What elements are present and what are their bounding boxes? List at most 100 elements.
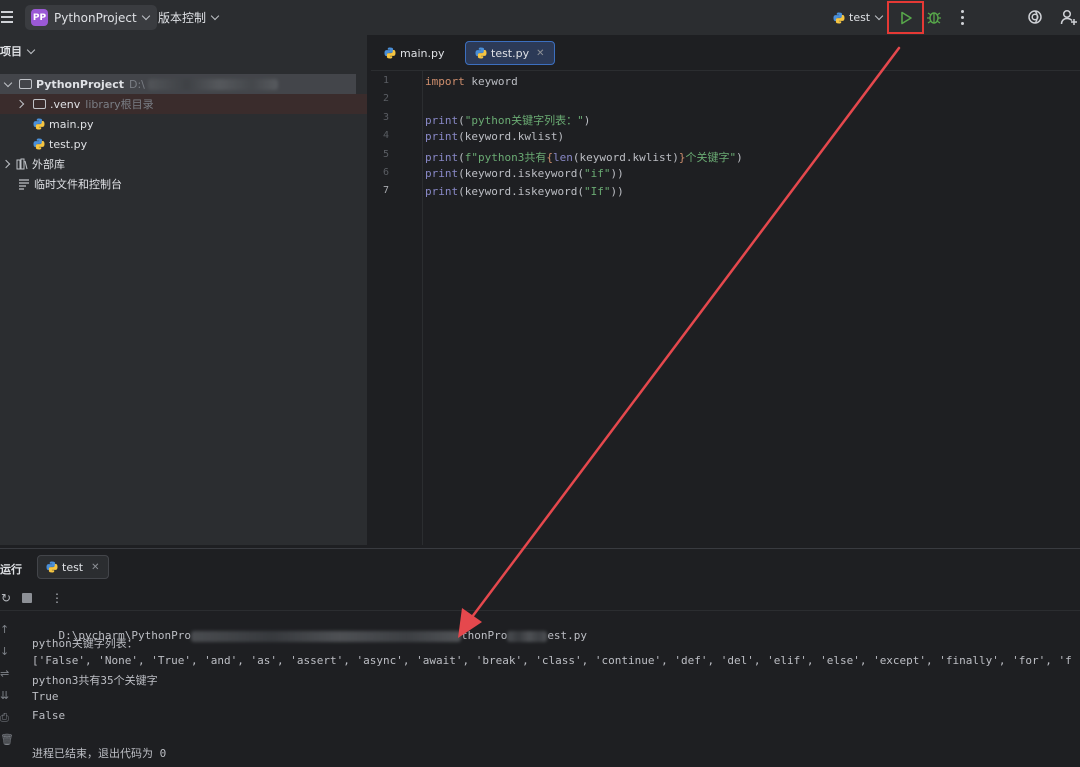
line-number: 6 — [382, 167, 389, 178]
play-icon — [900, 11, 912, 24]
file-name: main.py — [49, 117, 94, 131]
python-icon — [46, 561, 58, 573]
project-tool-window: 项目 PythonProject D:\ .venv library根目录 ma… — [0, 35, 367, 545]
ai-assistant-icon[interactable] — [1027, 9, 1043, 25]
editor-tab-bar: main.py test.py ✕ — [371, 35, 1080, 71]
project-switcher[interactable]: PP PythonProject — [25, 5, 157, 30]
code-token: )) — [610, 167, 624, 180]
console-output-line: True — [32, 690, 59, 703]
stop-icon[interactable] — [22, 593, 32, 603]
console-exit-line: 进程已结束，退出代码为 0 — [32, 747, 167, 760]
code-editor: main.py test.py ✕ 1 2 3 4 5 6 7 import keyword… — [371, 35, 1080, 545]
vcs-menu[interactable]: 版本控制 — [158, 5, 220, 30]
code-token: { — [546, 150, 553, 164]
run-button[interactable] — [887, 1, 924, 34]
code-line: print("python关键字列表：") — [425, 112, 590, 128]
tree-item-main-py[interactable]: main.py — [0, 114, 93, 134]
chevron-down-icon — [141, 11, 150, 21]
rerun-icon[interactable]: ↻ — [1, 591, 11, 605]
more-actions-icon[interactable] — [955, 8, 969, 26]
chevron-right-icon — [15, 99, 25, 109]
run-tool-window: 运行 test ✕ ↻ ⋮ ↑ ↓ ⇌ ⇊ ⎙ 🗑 D:\pycharm\Pyt… — [0, 548, 1080, 767]
code-line: print(keyword.iskeyword("if")) — [425, 167, 624, 180]
project-name: PythonProject — [54, 10, 137, 25]
venv-hint: library根目录 — [85, 98, 154, 111]
run-tab-test[interactable]: test ✕ — [37, 555, 109, 579]
project-panel-header[interactable]: 项目 — [0, 43, 36, 59]
close-icon[interactable]: ✕ — [91, 562, 99, 573]
code-token: "python关键字列表：" — [464, 113, 584, 127]
redacted-path — [147, 78, 278, 90]
file-name: test.py — [49, 137, 88, 151]
scratches-icon — [19, 179, 29, 190]
arrow-down-icon[interactable]: ↓ — [0, 645, 9, 658]
soft-wrap-icon[interactable]: ⇌ — [0, 667, 9, 680]
command-mid: thonPro — [460, 629, 508, 642]
code-token: (keyword.iskeyword( — [458, 167, 584, 180]
tree-item-external-libraries[interactable]: 外部库 — [0, 154, 65, 174]
code-token: ( — [458, 113, 465, 127]
code-token: print — [425, 130, 459, 144]
code-line: print(keyword.kwlist) — [425, 130, 564, 143]
console-output-line: python3共有35个关键字 — [32, 674, 158, 687]
more-actions-icon[interactable]: ⋮ — [51, 591, 63, 605]
python-icon — [833, 12, 845, 23]
tree-item-project-root[interactable]: PythonProject D:\ — [0, 74, 356, 94]
console-output-line: ['False', 'None', 'True', 'and', 'as', '… — [32, 654, 1072, 667]
code-token: (keyword.kwlist) — [458, 130, 565, 144]
run-config-name: test — [849, 11, 871, 24]
chevron-down-icon — [26, 45, 36, 54]
add-user-icon[interactable] — [1060, 8, 1078, 26]
venv-name: .venv — [50, 97, 81, 111]
trash-icon[interactable]: 🗑 — [0, 733, 14, 746]
python-file-icon — [33, 138, 45, 150]
tree-item-scratches[interactable]: 临时文件和控制台 — [0, 174, 122, 194]
redacted-path — [190, 630, 461, 642]
project-root-path: D:\ — [128, 77, 145, 91]
line-number: 3 — [382, 111, 389, 123]
code-token: ) — [736, 150, 743, 164]
run-tab-label: test — [62, 560, 84, 574]
code-line: import keyword — [425, 75, 518, 88]
close-icon[interactable]: ✕ — [536, 48, 544, 59]
scratches-label: 临时文件和控制台 — [34, 178, 122, 191]
main-menu-icon[interactable] — [0, 9, 14, 25]
code-token: print — [425, 167, 459, 180]
line-number: 2 — [382, 93, 389, 105]
code-token: )) — [610, 185, 624, 199]
tab-test-py[interactable]: test.py ✕ — [465, 41, 555, 65]
line-number: 7 — [382, 185, 389, 197]
code-token: "if" — [583, 167, 611, 180]
tree-item-venv[interactable]: .venv library根目录 — [0, 94, 367, 114]
chevron-down-icon — [3, 78, 13, 87]
code-token: keyword — [464, 75, 518, 88]
line-number: 4 — [382, 130, 389, 142]
print-icon[interactable]: ⎙ — [0, 711, 9, 725]
title-bar: PP PythonProject 版本控制 test — [0, 0, 1080, 35]
code-token: f"python3共有 — [464, 150, 547, 164]
line-number: 1 — [382, 75, 389, 86]
tree-item-test-py[interactable]: test.py — [0, 134, 87, 154]
folder-icon — [19, 79, 32, 89]
console-output-line: python关键字列表： — [32, 637, 138, 650]
scroll-to-end-icon[interactable]: ⇊ — [0, 689, 9, 702]
run-config-selector[interactable]: test — [833, 5, 884, 30]
console-output-line: False — [32, 709, 66, 722]
code-token: 个关键字" — [685, 150, 737, 164]
code-token: print — [425, 113, 459, 127]
code-line: print(f"python3共有{len(keyword.kwlist)}个关… — [425, 149, 743, 165]
vcs-label: 版本控制 — [158, 11, 207, 25]
chevron-down-icon — [874, 11, 884, 21]
code-token: len — [552, 150, 573, 164]
run-toolbar: ↻ ⋮ — [0, 587, 1080, 611]
redacted-path — [507, 630, 548, 642]
arrow-up-icon[interactable]: ↑ — [0, 623, 9, 636]
code-token: import — [425, 75, 465, 88]
code-token: print — [425, 185, 459, 199]
tab-label: main.py — [400, 46, 445, 60]
tab-main-py[interactable]: main.py — [375, 41, 453, 65]
code-token: print — [425, 150, 459, 164]
project-root-name: PythonProject — [36, 77, 124, 91]
code-token: ( — [458, 150, 465, 164]
debug-button[interactable] — [926, 8, 942, 26]
